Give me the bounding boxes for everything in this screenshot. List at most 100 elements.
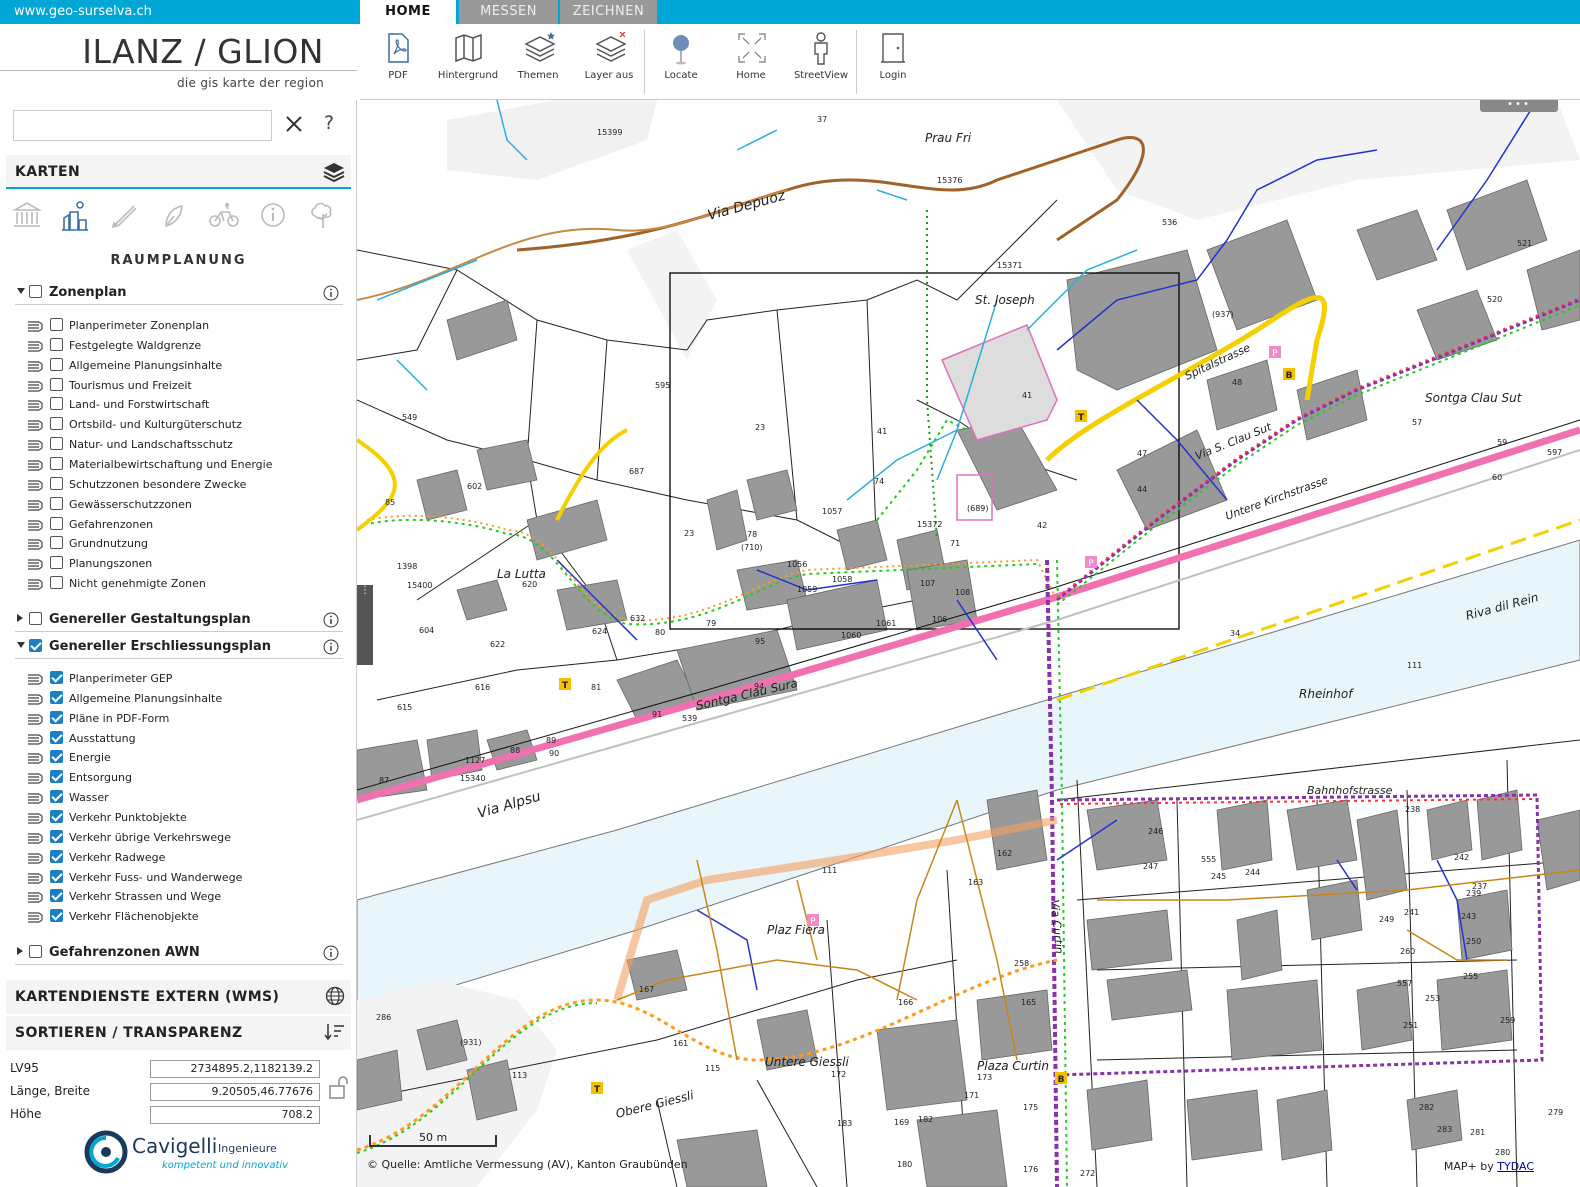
layer-item[interactable]: Grundnutzung (27, 534, 327, 554)
layer-item[interactable]: Schutzzonen besondere Zwecke (27, 475, 327, 495)
checkbox[interactable] (50, 516, 63, 530)
layer-checkbox[interactable] (50, 809, 63, 823)
layer-checkbox[interactable] (50, 516, 63, 530)
streetview-button[interactable]: StreetView (785, 24, 857, 100)
layer-item[interactable]: Ausstattung (27, 729, 327, 749)
layer-item[interactable]: Festgelegte Waldgrenze (27, 336, 327, 356)
layer-item[interactable]: Energie (27, 748, 327, 768)
layer-item[interactable]: Verkehr Strassen und Wege (27, 887, 327, 907)
panel-toggle-handle[interactable]: ⋮ (357, 585, 373, 665)
tydac-link[interactable]: TYDAC (1497, 1160, 1534, 1173)
group-checkbox[interactable] (29, 285, 42, 298)
info-icon[interactable] (323, 945, 339, 965)
group-gestaltungsplan[interactable]: Genereller Gestaltungsplan (15, 608, 343, 632)
layer-checkbox[interactable] (50, 536, 63, 550)
planning-icon[interactable] (60, 200, 90, 234)
layer-checkbox[interactable] (50, 869, 63, 883)
layer-checkbox[interactable] (50, 730, 63, 744)
checkbox[interactable] (50, 536, 63, 550)
site-url[interactable]: www.geo-surselva.ch (0, 0, 360, 24)
layer-checkbox[interactable] (50, 476, 63, 490)
checkbox[interactable] (50, 556, 63, 570)
layer-item[interactable]: Planperimeter Zonenplan (27, 316, 327, 336)
layer-item[interactable]: Pläne in PDF-Form (27, 709, 327, 729)
checkbox[interactable] (50, 357, 63, 371)
layer-aus-button[interactable]: Layer aus (573, 24, 645, 100)
group-checkbox[interactable] (29, 612, 42, 625)
hintergrund-button[interactable]: Hintergrund (432, 24, 504, 100)
layer-item[interactable]: Verkehr Radwege (27, 848, 327, 868)
checkbox[interactable] (50, 849, 63, 863)
layer-checkbox[interactable] (50, 377, 63, 391)
layer-checkbox[interactable] (50, 671, 63, 684)
checkbox[interactable] (50, 576, 63, 590)
group-checkbox[interactable] (29, 945, 42, 958)
tree-icon[interactable] (308, 200, 338, 234)
wms-header[interactable]: KARTENDIENSTE EXTERN (WMS) (6, 980, 351, 1014)
info-icon[interactable] (323, 285, 339, 305)
info-icon[interactable] (258, 200, 288, 234)
home-button[interactable]: Home (715, 24, 787, 100)
checkbox-zonenplan[interactable] (29, 285, 42, 298)
layer-item[interactable]: Planungszonen (27, 554, 327, 574)
checkbox[interactable] (50, 437, 63, 451)
group-gefahrenzonen-awn[interactable]: Gefahrenzonen AWN (15, 941, 343, 965)
karten-header[interactable]: KARTEN (6, 155, 351, 189)
layer-checkbox[interactable] (50, 849, 63, 863)
group-checkbox[interactable] (29, 639, 42, 652)
layer-item[interactable]: Allgemeine Planungsinhalte (27, 356, 327, 376)
info-icon[interactable] (323, 639, 339, 659)
layer-item[interactable]: Natur- und Landschaftsschutz (27, 435, 327, 455)
map-menu-button[interactable]: ••• (1480, 100, 1558, 112)
tab-zeichnen[interactable]: ZEICHNEN (560, 0, 657, 24)
layer-item[interactable]: Planperimeter GEP (27, 669, 327, 689)
checkbox[interactable] (50, 909, 63, 923)
layer-checkbox[interactable] (50, 829, 63, 843)
lock-icon[interactable] (327, 1075, 349, 1105)
map-view[interactable]: B T T T B P P P Via Depuoz Prau Fri St. Jo… (357, 100, 1580, 1187)
info-icon[interactable] (323, 612, 339, 632)
layer-checkbox[interactable] (50, 437, 63, 451)
layer-item[interactable]: Gefahrenzonen (27, 515, 327, 535)
layer-item[interactable]: Materialbewirtschaftung und Energie (27, 455, 327, 475)
checkbox[interactable] (50, 770, 63, 784)
drawing-tools-icon[interactable] (110, 200, 140, 234)
lv95-value[interactable]: 2734895.2,1182139.2 (150, 1060, 320, 1078)
checkbox-gestaltungsplan[interactable] (29, 612, 42, 625)
layer-checkbox[interactable] (50, 456, 63, 470)
pdf-button[interactable]: PDF (362, 24, 434, 100)
bicycle-icon[interactable] (208, 200, 239, 234)
lon-lat-value[interactable]: 9.20505,46.77676 (150, 1083, 320, 1101)
checkbox[interactable] (50, 889, 63, 903)
layer-item[interactable]: Ortsbild- und Kulturgüterschutz (27, 415, 327, 435)
help-button[interactable]: ? (320, 112, 338, 134)
layer-item[interactable]: Wasser (27, 788, 327, 808)
tab-messen[interactable]: MESSEN (459, 0, 558, 24)
sort-header[interactable]: SORTIEREN / TRANSPARENZ (6, 1016, 351, 1050)
checkbox[interactable] (50, 671, 63, 684)
layer-checkbox[interactable] (50, 318, 63, 331)
clear-search-button[interactable] (284, 114, 304, 136)
layer-checkbox[interactable] (50, 790, 63, 804)
layer-checkbox[interactable] (50, 770, 63, 784)
checkbox[interactable] (50, 318, 63, 331)
checkbox[interactable] (50, 710, 63, 724)
group-erschliessungsplan[interactable]: Genereller Erschliessungsplan (15, 635, 343, 659)
layer-item[interactable]: Verkehr Punktobjekte (27, 808, 327, 828)
layer-item[interactable]: Gewässerschutzzonen (27, 495, 327, 515)
locate-button[interactable]: Locate (645, 24, 717, 100)
layer-item[interactable]: Tourismus und Freizeit (27, 376, 327, 396)
layer-checkbox[interactable] (50, 889, 63, 903)
checkbox[interactable] (50, 496, 63, 510)
checkbox-gefahrenzonen-awn[interactable] (29, 945, 42, 958)
checkbox[interactable] (50, 750, 63, 764)
layer-item[interactable]: Nicht genehmigte Zonen (27, 574, 327, 594)
layer-checkbox[interactable] (50, 397, 63, 411)
layer-item[interactable]: Verkehr Flächenobjekte (27, 907, 327, 927)
layer-checkbox[interactable] (50, 496, 63, 510)
layer-item[interactable]: Entsorgung (27, 768, 327, 788)
layer-checkbox[interactable] (50, 750, 63, 764)
layer-item[interactable]: Verkehr übrige Verkehrswege (27, 828, 327, 848)
layer-item[interactable]: Verkehr Fuss- und Wanderwege (27, 868, 327, 888)
map-canvas[interactable]: B T T T B P P P Via DepuozPrau FriSt. Jo… (357, 100, 1580, 1187)
